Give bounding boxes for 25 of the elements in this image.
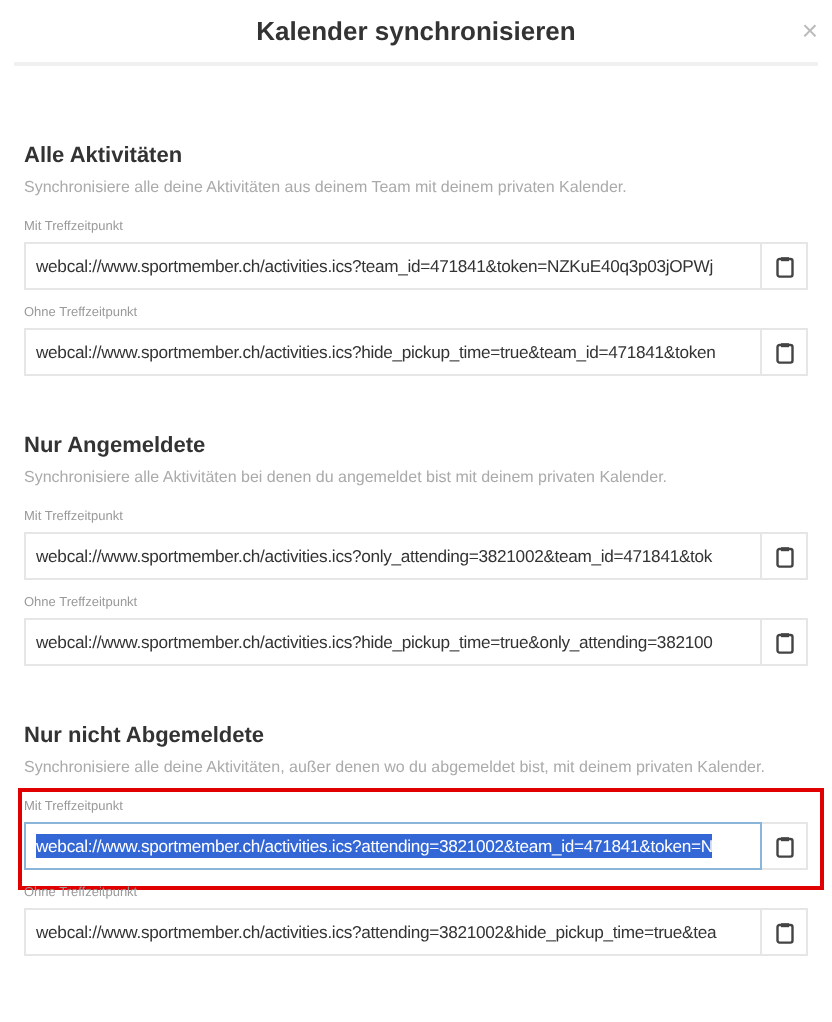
copy-button[interactable]: [762, 242, 808, 290]
section-description: Synchronisiere alle deine Aktivitäten aus deinem Team mit deinem privaten Kalender.: [24, 176, 629, 200]
section-title: Nur nicht Abgemeldete: [24, 722, 266, 750]
clipboard-icon: [775, 921, 793, 943]
url-field[interactable]: webcal://www.sportmember.ch/activities.ics?attending=3821002&hide_pickup_time=true&tea: [24, 908, 762, 956]
url-field[interactable]: webcal://www.sportmember.ch/activities.ics?team_id=471841&token=NZKuE40q3p03jOPWj: [24, 242, 762, 290]
section-title: Nur Angemeldete: [24, 432, 208, 460]
section-title: Alle Aktivitäten: [24, 142, 185, 170]
copy-button[interactable]: [762, 328, 808, 376]
url-field[interactable]: webcal://www.sportmember.ch/activities.ics?hide_pickup_time=true&only_attending=382100: [24, 618, 762, 666]
url-field[interactable]: webcal://www.sportmember.ch/activities.ics?attending=3821002&team_id=471841&token=N: [24, 822, 762, 870]
copy-button[interactable]: [762, 618, 808, 666]
copy-button[interactable]: [762, 532, 808, 580]
copy-button[interactable]: [762, 908, 808, 956]
dialog-title: Kalender synchronisieren: [256, 13, 576, 50]
clipboard-icon: [775, 545, 793, 567]
clipboard-icon: [775, 255, 793, 277]
section-description: Synchronisiere alle deine Aktivitäten, außer denen wo du abgemeldet bist, mit deinem privaten Kalender.: [24, 756, 767, 780]
clipboard-icon: [775, 341, 793, 363]
section-description: Synchronisiere alle Aktivitäten bei denen du angemeldet bist mit deinem privaten Kalender.: [24, 466, 670, 490]
clipboard-icon: [775, 835, 793, 857]
url-field[interactable]: webcal://www.sportmember.ch/activities.ics?hide_pickup_time=true&team_id=471841&token: [24, 328, 762, 376]
copy-button[interactable]: [762, 822, 808, 870]
clipboard-icon: [775, 631, 793, 653]
url-field[interactable]: webcal://www.sportmember.ch/activities.ics?only_attending=3821002&team_id=471841&tok: [24, 532, 762, 580]
